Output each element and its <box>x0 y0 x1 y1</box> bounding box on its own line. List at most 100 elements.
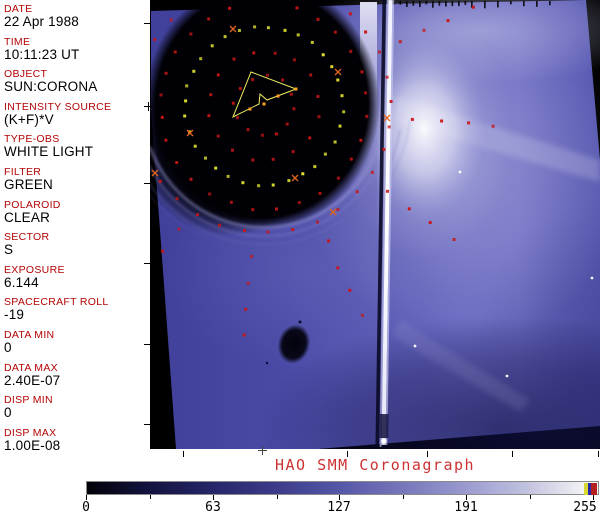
fiducial-dot <box>193 144 197 148</box>
fiducial-dot <box>491 124 495 128</box>
fiducial-dot <box>378 50 381 54</box>
fiducial-dot <box>348 12 352 16</box>
axis-tick <box>512 451 513 457</box>
fiducial-dot <box>310 40 314 44</box>
fiducial-dot <box>229 200 233 204</box>
colorbar-saturation-stripe <box>591 483 597 495</box>
colorbar-tick-label: 63 <box>205 500 221 515</box>
fiducial-dot <box>297 201 301 205</box>
colorbar-tick-label: 127 <box>327 500 351 515</box>
metadata-value: GREEN <box>4 177 54 192</box>
image-title: HAO SMM Coronagraph <box>274 456 476 474</box>
fiducial-dot <box>287 179 291 183</box>
fiducial-dot <box>336 208 340 212</box>
perforation-mark <box>549 1 551 6</box>
perforation-mark <box>419 1 421 8</box>
fiducial-dot <box>360 313 364 317</box>
perforation-mark <box>445 1 447 7</box>
metadata-value: 1.00E-08 <box>4 438 61 453</box>
fiducial-dot <box>207 114 211 118</box>
fiducial-dot <box>207 17 211 21</box>
colorbar: 0 63 127 191 255 <box>82 481 599 515</box>
fiducial-dot <box>164 71 168 75</box>
colorbar-minor-tick <box>150 495 151 499</box>
fiducial-dot <box>246 281 250 285</box>
fiducial-dot <box>283 28 287 32</box>
fiducial-dot <box>316 95 320 98</box>
colorbar-minor-tick <box>530 495 531 499</box>
metadata-value: 0 <box>4 405 12 420</box>
fiducial-dot <box>251 208 255 212</box>
fiducial-dot <box>196 213 199 217</box>
fiducial-dot <box>422 28 426 32</box>
fiducial-dot <box>223 35 227 39</box>
axis-tick <box>148 102 149 111</box>
fiducial-dot <box>342 110 346 114</box>
metadata-value: 10:11:23 UT <box>4 47 80 62</box>
perforation-mark <box>523 1 525 7</box>
fiducial-dot <box>271 157 275 161</box>
fiducial-dot <box>317 115 321 119</box>
colorbar-tick-label: 255 <box>573 500 597 515</box>
fiducial-dot <box>291 228 295 232</box>
fiducial-dot <box>175 161 179 164</box>
axis-tick <box>144 424 151 425</box>
fiducial-dot <box>471 5 475 9</box>
fiducial-dot <box>292 107 296 111</box>
fiducial-dot <box>348 288 352 292</box>
fiducial-dot <box>321 53 325 57</box>
fiducial-dot <box>241 181 245 185</box>
fiducial-dot <box>467 121 471 125</box>
perforation-mark <box>510 1 512 5</box>
fiducial-dot <box>452 238 456 241</box>
fiducial-dot <box>253 25 257 29</box>
fiducial-dot <box>158 179 162 183</box>
axis-tick <box>144 344 151 345</box>
fiducial-dot <box>273 51 277 55</box>
metadata-value: (K+F)*V <box>4 112 54 127</box>
fiducial-dot <box>295 6 299 10</box>
fiducial-dot <box>251 158 255 162</box>
axis-tick <box>183 451 184 457</box>
speck <box>298 320 302 324</box>
fiducial-dot <box>336 266 340 270</box>
fiducial-dot <box>336 78 340 82</box>
fiducial-dot <box>257 184 261 188</box>
fiducial-dot <box>266 73 269 77</box>
axis-tick <box>144 23 151 24</box>
metadata-value: -19 <box>4 307 25 322</box>
fiducial-dot <box>185 84 189 88</box>
colorbar-tick-label: 0 <box>82 500 90 515</box>
fiducial-dot <box>208 192 212 196</box>
fiducial-dot <box>291 150 295 154</box>
fiducial-dot <box>370 170 374 174</box>
fiducial-dot <box>359 138 363 142</box>
fiducial-dot <box>387 125 391 129</box>
fiducial-dot <box>398 40 402 44</box>
fiducial-dot <box>308 136 312 140</box>
fiducial-dot <box>216 73 220 77</box>
fiducial-dot <box>385 75 389 79</box>
colorbar-tick-label: 191 <box>454 500 478 515</box>
fiducial-dot <box>232 57 236 61</box>
fiducial-dot <box>228 6 232 10</box>
fiducial-dot <box>262 102 266 106</box>
colorbar-minor-tick <box>403 495 404 499</box>
fiducial-dot <box>338 124 342 128</box>
fiducial-dot <box>189 177 193 181</box>
fiducial-dot <box>336 176 340 180</box>
fiducial-dot <box>246 128 250 132</box>
fiducial-dot <box>271 183 275 187</box>
fiducial-dot <box>199 57 203 61</box>
fiducial-dot <box>237 29 241 32</box>
fiducial-dot <box>243 229 246 233</box>
fiducial-dot <box>251 78 255 82</box>
fiducial-dot <box>382 148 386 151</box>
star-point <box>413 344 417 348</box>
fiducial-dot <box>192 69 196 73</box>
axis-tick <box>427 451 428 457</box>
fiducial-dot <box>226 174 230 178</box>
perforation-mark <box>497 1 499 8</box>
fiducial-dot <box>333 140 337 144</box>
fiducial-dot <box>360 70 364 74</box>
